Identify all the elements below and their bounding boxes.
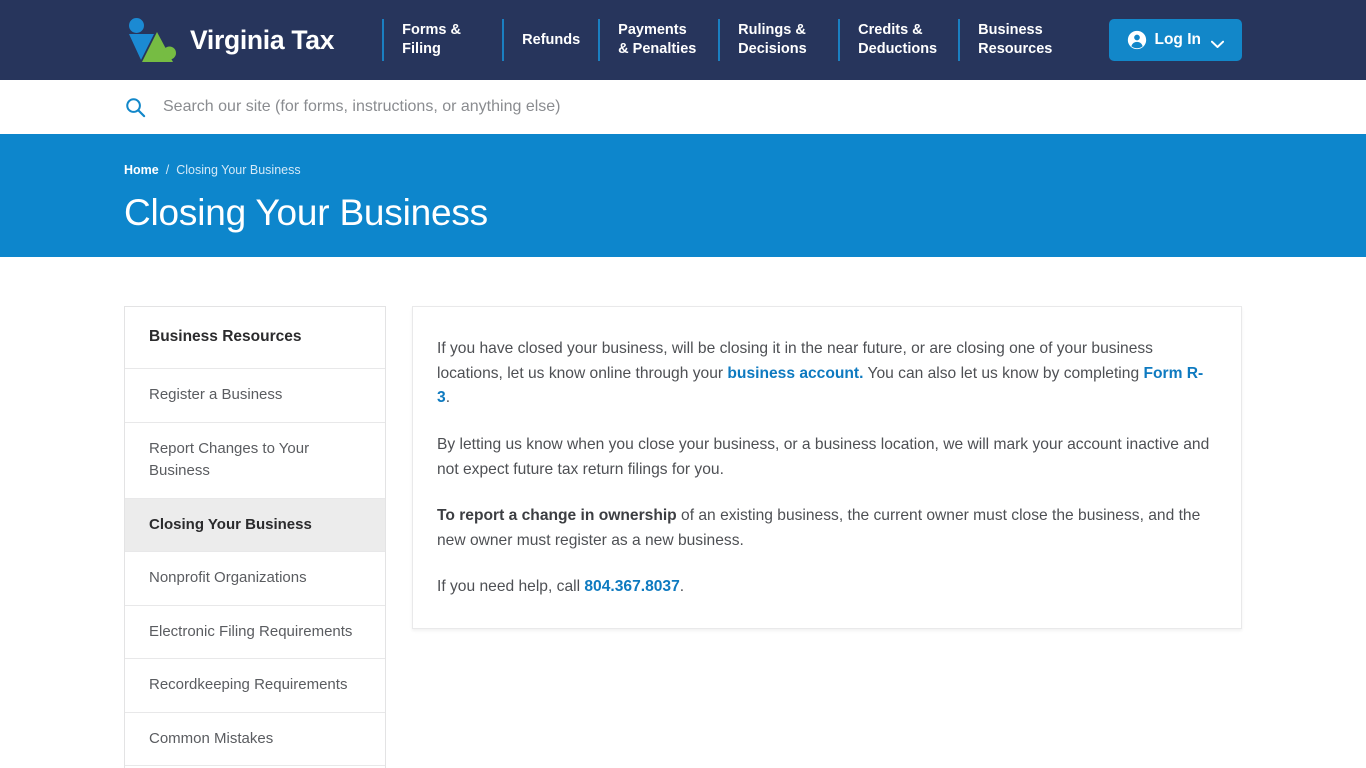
nav-item-rulings-decisions[interactable]: Rulings & Decisions [718,17,838,63]
search-icon[interactable] [124,96,147,119]
nav-item-forms-filing[interactable]: Forms & Filing [382,17,502,63]
search-input[interactable] [163,92,803,122]
breadcrumb-home-link[interactable]: Home [124,164,159,177]
help-phone-link[interactable]: 804.367.8037 [584,578,679,595]
sidebar-item-register-a-business[interactable]: Register a Business [125,369,385,423]
brand-home-link[interactable]: Virginia Tax [124,15,334,65]
virginia-tax-logo-icon [124,15,180,65]
sidebar-item-electronic-filing-requirements[interactable]: Electronic Filing Requirements [125,606,385,660]
main-content-card: If you have closed your business, will b… [412,306,1242,629]
header-inner: Virginia Tax Forms & Filing Refunds Paym… [0,0,1366,80]
content-paragraph-3: To report a change in ownership of an ex… [437,504,1210,553]
nav-item-credits-deductions[interactable]: Credits & Deductions [838,17,958,63]
breadcrumb-separator: / [165,163,170,177]
breadcrumb: Home / Closing Your Business [124,164,1242,177]
paragraph-4-text-part-1: If you need help, call [437,578,585,596]
nav-label: Credits & Deductions [858,22,938,57]
paragraph-1-text-part-3: . [445,389,451,407]
sidebar-item-nonprofit-organizations[interactable]: Nonprofit Organizations [125,552,385,606]
nav-item-refunds[interactable]: Refunds [502,17,598,63]
change-in-ownership-bold-lead: To report a change in ownership [437,507,677,525]
page-banner: Home / Closing Your Business Closing You… [0,134,1366,257]
content-paragraph-2: By letting us know when you close your b… [437,435,1210,478]
nav-label: Business Resources [978,22,1053,57]
page-title: Closing Your Business [124,191,488,233]
sidebar-item-common-mistakes[interactable]: Common Mistakes [125,713,385,767]
nav-label: Refunds [522,31,581,48]
account-circle-icon [1127,30,1147,50]
nav-item-payments-penalties[interactable]: Payments & Penalties [598,17,718,63]
site-header: Virginia Tax Forms & Filing Refunds Paym… [0,0,1366,80]
nav-item-business-resources[interactable]: Business Resources [958,17,1078,63]
sidebar-heading-business-resources[interactable]: Business Resources [125,307,385,370]
site-search-bar [0,80,1366,134]
nav-label: Forms & Filing [402,22,461,57]
content-paragraph-1: If you have closed your business, will b… [437,337,1210,411]
brand-name: Virginia Tax [190,24,335,55]
content-paragraph-4: If you need help, call 804.367.8037. [437,575,1210,600]
sidebar-item-recordkeeping-requirements[interactable]: Recordkeeping Requirements [125,659,385,713]
breadcrumb-current: Closing Your Business [176,163,301,177]
nav-label: Payments & Penalties [618,22,697,57]
paragraph-4-text-part-2: . [679,578,685,596]
sidebar-item-closing-your-business[interactable]: Closing Your Business [125,498,385,553]
nav-label: Rulings & Decisions [738,22,807,57]
sidebar-item-report-changes-to-your-business[interactable]: Report Changes to Your Business [125,423,385,499]
log-in-label: Log In [1154,31,1202,48]
page-body: Business Resources Register a Business R… [0,257,1366,768]
paragraph-1-text-part-2: You can also let us know by completing [863,364,1144,382]
log-in-button[interactable]: Log In [1108,19,1242,61]
chevron-down-icon [1210,36,1225,48]
section-sidebar: Business Resources Register a Business R… [124,306,386,768]
business-account-link[interactable]: business account. [727,365,863,382]
main-navigation: Forms & Filing Refunds Payments & Penalt… [382,17,1108,63]
